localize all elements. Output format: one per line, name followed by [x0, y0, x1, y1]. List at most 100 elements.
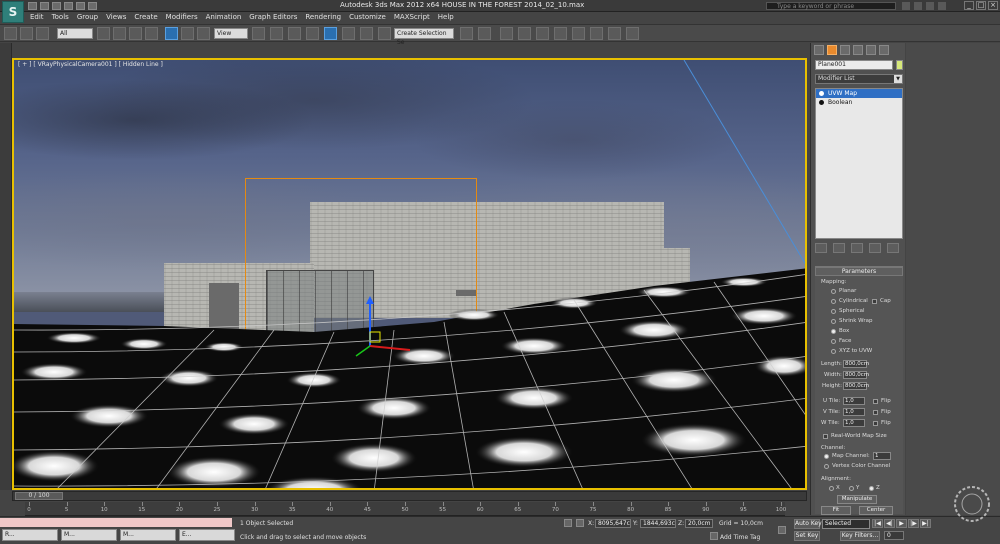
- lightbulb-icon[interactable]: [819, 100, 824, 105]
- link-icon[interactable]: [4, 27, 17, 40]
- radio-spherical[interactable]: [831, 309, 836, 314]
- previous-frame-icon[interactable]: ◀|: [884, 519, 895, 528]
- menu-maxscript[interactable]: MAXScript: [390, 12, 434, 23]
- menu-edit[interactable]: Edit: [26, 12, 48, 23]
- height-field[interactable]: 800,0cm: [843, 382, 869, 390]
- open-file-icon[interactable]: [40, 2, 49, 10]
- width-field[interactable]: 800,0cm: [843, 371, 869, 379]
- material-editor-icon[interactable]: [572, 27, 585, 40]
- radio-xyz-to-uvw[interactable]: [831, 349, 836, 354]
- redo-icon[interactable]: [76, 2, 85, 10]
- window-item[interactable]: E...: [179, 529, 235, 541]
- align-icon[interactable]: [478, 27, 491, 40]
- reference-coordinate-dropdown[interactable]: View: [214, 28, 248, 39]
- project-folder-icon[interactable]: [88, 2, 97, 10]
- graphite-ribbon-icon[interactable]: [518, 27, 531, 40]
- unlink-icon[interactable]: [20, 27, 33, 40]
- window-crossing-icon[interactable]: [145, 27, 158, 40]
- display-tab-icon[interactable]: [866, 45, 876, 55]
- menu-customize[interactable]: Customize: [345, 12, 390, 23]
- configure-modifier-sets-icon[interactable]: [887, 243, 899, 253]
- object-color-swatch[interactable]: [896, 60, 903, 70]
- mirror-icon[interactable]: [460, 27, 473, 40]
- motion-tab-icon[interactable]: [853, 45, 863, 55]
- window-item[interactable]: R...: [2, 529, 58, 541]
- camera-viewport[interactable]: [ + ] [ VRayPhysicalCamera001 ] [ Hidden…: [12, 58, 807, 490]
- bind-space-warp-icon[interactable]: [36, 27, 49, 40]
- fit-button[interactable]: Fit: [821, 506, 851, 515]
- keyboard-shortcut-icon[interactable]: [288, 27, 301, 40]
- remove-modifier-icon[interactable]: [869, 243, 881, 253]
- radio-axis-x[interactable]: [829, 486, 834, 491]
- lock-selection-icon[interactable]: [564, 519, 572, 527]
- menu-rendering[interactable]: Rendering: [301, 12, 345, 23]
- auto-key-button[interactable]: Auto Key: [794, 519, 822, 529]
- time-slider-thumb[interactable]: 0 / 100: [15, 492, 63, 500]
- window-item[interactable]: M...: [120, 529, 176, 541]
- application-menu-button[interactable]: S: [2, 1, 24, 23]
- selection-filter-dropdown[interactable]: All: [57, 28, 93, 39]
- edit-named-selection-icon[interactable]: [378, 27, 391, 40]
- go-to-end-icon[interactable]: ▶|: [920, 519, 931, 528]
- vtile-field[interactable]: 1,0: [843, 408, 865, 416]
- subscription-icon[interactable]: [914, 2, 922, 10]
- time-slider[interactable]: 0 / 100: [12, 491, 807, 501]
- save-file-icon[interactable]: [52, 2, 61, 10]
- manipulate-button[interactable]: Manipulate: [837, 495, 877, 504]
- search-icon[interactable]: [902, 2, 910, 10]
- cap-checkbox[interactable]: [872, 299, 877, 304]
- select-and-rotate-icon[interactable]: [181, 27, 194, 40]
- lightbulb-icon[interactable]: [819, 91, 824, 96]
- curve-editor-icon[interactable]: [536, 27, 549, 40]
- next-frame-icon[interactable]: |▶: [908, 519, 919, 528]
- u-flip-checkbox[interactable]: [873, 399, 878, 404]
- favorites-icon[interactable]: [926, 2, 934, 10]
- minimize-button[interactable]: _: [964, 1, 974, 10]
- rendered-frame-window-icon[interactable]: [608, 27, 621, 40]
- utile-field[interactable]: 1,0: [843, 397, 865, 405]
- current-frame-field[interactable]: 0: [884, 531, 904, 540]
- help-search-input[interactable]: Type a keyword or phrase: [766, 2, 896, 10]
- stack-item-boolean[interactable]: Boolean: [816, 98, 902, 107]
- maxscript-listener-mini[interactable]: [0, 518, 232, 527]
- key-mode-dropdown[interactable]: Selected: [822, 519, 870, 529]
- layer-manager-icon[interactable]: [500, 27, 513, 40]
- new-file-icon[interactable]: [28, 2, 37, 10]
- render-setup-icon[interactable]: [590, 27, 603, 40]
- radio-box[interactable]: [831, 329, 836, 334]
- schematic-view-icon[interactable]: [554, 27, 567, 40]
- angle-snap-icon[interactable]: [324, 27, 337, 40]
- menu-views[interactable]: Views: [102, 12, 130, 23]
- set-key-button[interactable]: Set Key: [794, 531, 820, 541]
- make-unique-icon[interactable]: [851, 243, 863, 253]
- key-filters-button[interactable]: Key Filters...: [840, 531, 880, 541]
- select-and-scale-icon[interactable]: [197, 27, 210, 40]
- menu-create[interactable]: Create: [130, 12, 161, 23]
- real-world-map-size-checkbox[interactable]: [823, 434, 828, 439]
- named-selection-dropdown[interactable]: Create Selection Se: [394, 28, 454, 46]
- y-coord-field[interactable]: 1844,693c: [640, 519, 676, 528]
- menu-group[interactable]: Group: [73, 12, 102, 23]
- select-by-name-icon[interactable]: [113, 27, 126, 40]
- menu-animation[interactable]: Animation: [202, 12, 246, 23]
- modifier-list-dropdown[interactable]: Modifier List ▼: [815, 74, 903, 84]
- add-time-tag[interactable]: Add Time Tag: [720, 534, 760, 541]
- radio-planar[interactable]: [831, 289, 836, 294]
- radio-vertex-color-channel[interactable]: [824, 464, 829, 469]
- close-button[interactable]: ×: [988, 1, 998, 10]
- map-channel-field[interactable]: 1: [873, 452, 891, 460]
- ground-plane[interactable]: [14, 60, 807, 490]
- hierarchy-tab-icon[interactable]: [840, 45, 850, 55]
- render-production-icon[interactable]: [626, 27, 639, 40]
- spinner-snap-icon[interactable]: [360, 27, 373, 40]
- pivot-center-icon[interactable]: [252, 27, 265, 40]
- pin-stack-icon[interactable]: [815, 243, 827, 253]
- wtile-field[interactable]: 1,0: [843, 419, 865, 427]
- radio-axis-y[interactable]: [849, 486, 854, 491]
- viewport-label[interactable]: [ + ] [ VRayPhysicalCamera001 ] [ Hidden…: [18, 61, 163, 68]
- play-icon[interactable]: ▶: [896, 519, 907, 528]
- absolute-mode-icon[interactable]: [576, 519, 584, 527]
- maximize-button[interactable]: □: [976, 1, 986, 10]
- radio-cylindrical[interactable]: [831, 299, 836, 304]
- select-object-icon[interactable]: [97, 27, 110, 40]
